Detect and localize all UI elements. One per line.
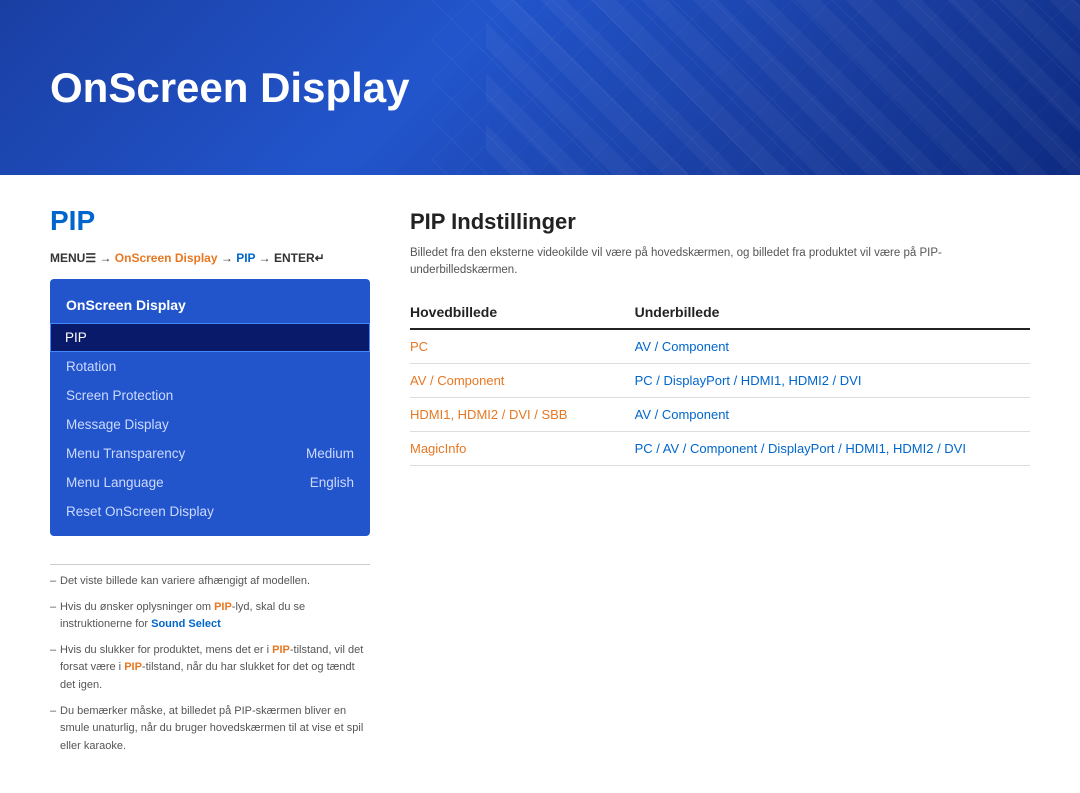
right-panel: PIP Indstillinger Billedet fra den ekste…: [410, 205, 1030, 763]
menu-item-rotation-label: Rotation: [66, 359, 116, 374]
page-title: OnScreen Display: [50, 64, 409, 112]
arrow2: →: [221, 251, 236, 265]
table-row-0-col2: AV / Component: [595, 329, 1030, 364]
col1-header: Hovedbillede: [410, 298, 595, 329]
menu-item-reset-onscreen[interactable]: Reset OnScreen Display: [50, 497, 370, 526]
table-row-3-col1: MagicInfo: [410, 431, 595, 465]
note2-pip: PIP: [214, 601, 232, 613]
menu-item-screen-protection-label: Screen Protection: [66, 388, 173, 403]
menu-item-menu-transparency[interactable]: Menu Transparency Medium: [50, 439, 370, 468]
menu-item-reset-onscreen-label: Reset OnScreen Display: [66, 504, 214, 519]
enter-label: ENTER↵: [274, 251, 325, 265]
col2-header: Underbillede: [595, 298, 1030, 329]
table-row: HDMI1, HDMI2 / DVI / SBBAV / Component: [410, 397, 1030, 431]
arrow3: →: [259, 251, 274, 265]
menu-item-menu-language-label: Menu Language: [66, 475, 164, 490]
table-row: MagicInfoPC / AV / Component / DisplayPo…: [410, 431, 1030, 465]
menu-label: MENU: [50, 251, 85, 265]
table-header-row: Hovedbillede Underbillede: [410, 298, 1030, 329]
onscreen-menu-title: OnScreen Display: [50, 289, 370, 323]
osd-path-label: OnScreen Display: [115, 251, 218, 265]
menu-item-rotation[interactable]: Rotation: [50, 352, 370, 381]
header: OnScreen Display: [0, 0, 1080, 175]
menu-icon: ☰: [85, 251, 96, 265]
left-panel: PIP MENU☰ → OnScreen Display → PIP → ENT…: [50, 205, 370, 763]
table-row-2-col2: AV / Component: [595, 397, 1030, 431]
menu-item-pip-label: PIP: [65, 330, 87, 345]
pip-section-title: PIP: [50, 205, 370, 237]
note-1: Det viste billede kan variere afhængigt …: [50, 573, 370, 591]
table-row: PCAV / Component: [410, 329, 1030, 364]
note3-pip2: PIP: [124, 661, 142, 673]
note2-soundselect: Sound Select: [151, 618, 221, 630]
content-area: PIP MENU☰ → OnScreen Display → PIP → ENT…: [0, 175, 1080, 793]
menu-item-menu-transparency-label: Menu Transparency: [66, 446, 185, 461]
table-row-1-col2: PC / DisplayPort / HDMI1, HDMI2 / DVI: [595, 363, 1030, 397]
menu-item-pip[interactable]: PIP: [50, 323, 370, 352]
table-row-0-col1: PC: [410, 329, 595, 364]
pip-description: Billedet fra den eksterne videokilde vil…: [410, 245, 1030, 280]
pip-table: Hovedbillede Underbillede PCAV / Compone…: [410, 298, 1030, 466]
menu-item-message-display[interactable]: Message Display: [50, 410, 370, 439]
header-decoration: [432, 0, 1080, 175]
table-row: AV / ComponentPC / DisplayPort / HDMI1, …: [410, 363, 1030, 397]
menu-item-message-display-label: Message Display: [66, 417, 169, 432]
menu-item-menu-language[interactable]: Menu Language English: [50, 468, 370, 497]
pip-indstillinger-title: PIP Indstillinger: [410, 209, 1030, 235]
note3-pip1: PIP: [272, 644, 290, 656]
note-2: Hvis du ønsker oplysninger om PIP-lyd, s…: [50, 599, 370, 634]
note-4: Du bemærker måske, at billedet på PIP-sk…: [50, 703, 370, 756]
notes-section: Det viste billede kan variere afhængigt …: [50, 564, 370, 755]
menu-language-value: English: [310, 475, 354, 490]
menu-transparency-value: Medium: [306, 446, 354, 461]
menu-path: MENU☰ → OnScreen Display → PIP → ENTER↵: [50, 251, 370, 265]
table-row-1-col1: AV / Component: [410, 363, 595, 397]
onscreen-menu: OnScreen Display PIP Rotation Screen Pro…: [50, 279, 370, 536]
menu-item-screen-protection[interactable]: Screen Protection: [50, 381, 370, 410]
table-row-3-col2: PC / AV / Component / DisplayPort / HDMI…: [595, 431, 1030, 465]
arrow1: →: [99, 251, 114, 265]
pip-path-label: PIP: [236, 251, 255, 265]
table-row-2-col1: HDMI1, HDMI2 / DVI / SBB: [410, 397, 595, 431]
note-3: Hvis du slukker for produktet, mens det …: [50, 642, 370, 695]
